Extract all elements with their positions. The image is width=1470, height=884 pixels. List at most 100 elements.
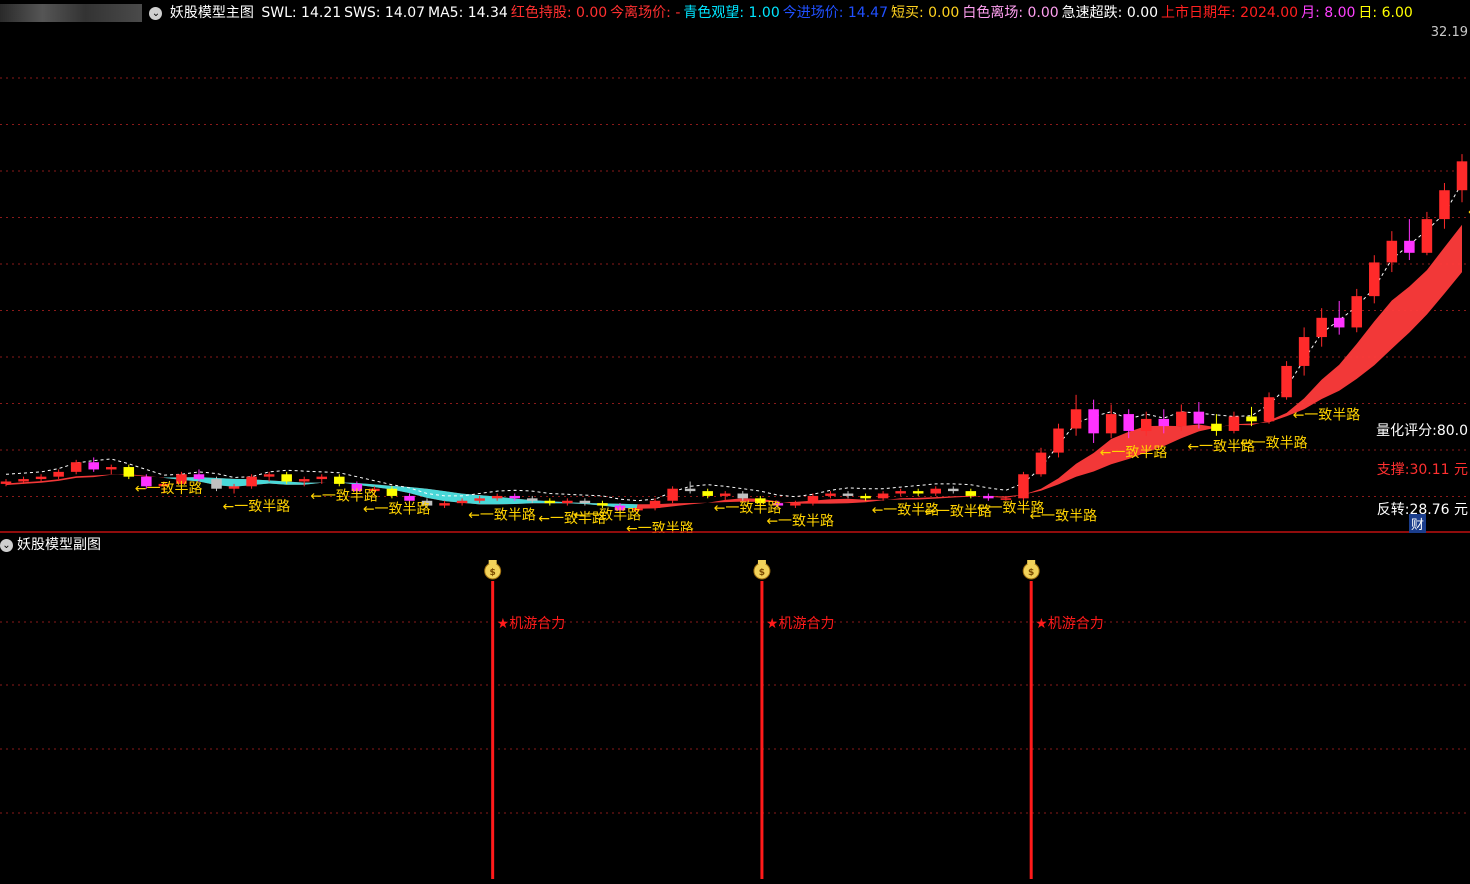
trend-ribbon-red [6, 224, 1462, 509]
consensus-label: ←一致半路 [1240, 435, 1308, 451]
consensus-label: ←一致半路 [1100, 445, 1168, 461]
candle-body [246, 476, 257, 487]
candle-body [948, 488, 959, 492]
candle-body [1105, 414, 1117, 434]
candle-body [825, 493, 836, 496]
candle-body [1053, 428, 1064, 453]
header-value-8: 白色离场: 0.00 [962, 5, 1059, 21]
candle-body [404, 495, 415, 501]
candle-body [334, 476, 345, 484]
candle-body [684, 488, 696, 492]
candle-body [597, 503, 608, 506]
candle-body [1228, 416, 1240, 431]
header-value-1: SWS: 14.07 [344, 5, 426, 21]
consensus-label: ←一致半路 [766, 514, 834, 530]
candle-body [562, 500, 573, 504]
candle-body [1421, 219, 1433, 253]
candle-body [1333, 317, 1345, 328]
candle-body [439, 503, 450, 506]
money-bag-glyph: $ [759, 568, 765, 578]
candle-body [544, 500, 556, 504]
candle-body [18, 479, 29, 482]
money-bag-top [1027, 560, 1036, 564]
candle-body [316, 476, 328, 480]
main-indicator-header: ⌄ 妖股模型主图 SWL: 14.21 SWS: 14.07 MA5: 14.34 红… [0, 3, 1419, 23]
candle-body [1246, 416, 1257, 422]
candle-body [491, 495, 503, 499]
candle-body [1316, 317, 1327, 338]
cai-badge[interactable]: 财 [1408, 514, 1426, 533]
candle-body [1123, 414, 1134, 431]
candle-body [1298, 337, 1310, 366]
candle-body [1018, 474, 1029, 499]
main-indicator-values: SWL: 14.21 SWS: 14.07 MA5: 14.34 红色持股: 0.00… [261, 5, 1415, 21]
candle-body [1439, 190, 1450, 220]
candle-body [1456, 161, 1468, 191]
header-value-10: 上市日期年: 2024.00 [1161, 5, 1299, 21]
candle-body [193, 474, 205, 480]
candle-body [53, 471, 64, 477]
main-indicator-name: 妖股模型主图 [169, 5, 254, 21]
consensus-label: ←一致半路 [223, 499, 291, 515]
money-bag-top [488, 560, 497, 564]
candle-body [737, 493, 749, 499]
header-value-2: MA5: 14.34 [428, 5, 508, 21]
header-value-3: 红色持股: 0.00 [510, 5, 608, 21]
collapse-toggle-icon[interactable]: ⌄ [149, 6, 163, 20]
candle-body [456, 500, 468, 504]
candle-body [527, 498, 538, 501]
header-value-0: SWL: 14.21 [261, 5, 342, 21]
candle-body [0, 481, 12, 484]
candle-body [667, 488, 678, 501]
candle-body [1404, 240, 1415, 253]
consensus-label: ←一致半路 [363, 502, 431, 518]
candle-body [1158, 418, 1170, 427]
candle-body [1088, 409, 1099, 434]
candle-body [719, 493, 731, 496]
consensus-label: ←一致半路 [626, 521, 694, 533]
candle-body [930, 488, 941, 494]
candle-body [1070, 409, 1082, 429]
signal-chart[interactable]: $ ★机游合力 $ ★机游合力 $ ★机游合力 [0, 533, 1470, 884]
signal-label: ★机游合力 [766, 616, 835, 632]
sub-indicator-name: 妖股模型副图 [17, 537, 101, 553]
header-value-4: 今离场价: - [610, 5, 681, 21]
header-value-5: 青色观望: 1.00 [683, 5, 780, 21]
candle-body [211, 479, 222, 489]
candle-body [35, 476, 47, 480]
candle-body [1351, 296, 1363, 328]
header-value-6: 今进场价: 14.47 [782, 5, 888, 21]
candle-body [1193, 411, 1205, 424]
price-axis-max-label: 32.19 [1430, 25, 1468, 40]
sub-chart-panel[interactable]: $ ★机游合力 $ ★机游合力 $ ★机游合力 [0, 533, 1470, 884]
sub-collapse-toggle-icon[interactable]: ⌄ [0, 538, 13, 552]
consensus-label: ←一致半路 [1293, 408, 1361, 424]
candle-body [877, 493, 889, 499]
candle-body [123, 467, 135, 477]
consensus-label: ←一致半路 [1029, 509, 1097, 525]
signal-label: ★机游合力 [497, 616, 566, 632]
candle-body [842, 493, 854, 496]
main-chart-panel[interactable]: ⌄ 妖股模型主图 SWL: 14.21 SWS: 14.07 MA5: 14.34 红… [0, 0, 1470, 533]
sub-indicator-header: ⌄ 妖股模型副图 [0, 536, 101, 554]
candle-body [1281, 365, 1292, 398]
candle-body [1176, 411, 1187, 427]
candle-body [70, 462, 82, 472]
candlestick-chart[interactable]: ←一致半路 ←一致半路 ←一致半路 ←一致半路 ←一致半路 ←一致半路 ←一致半路 ←一致半路… [0, 0, 1470, 533]
quant-score-label: 量化评分:80.0 [1376, 423, 1468, 439]
candle-body [1035, 452, 1047, 475]
candle-body [895, 491, 906, 494]
consensus-label: ←一致半路 [468, 508, 536, 524]
candle-body [88, 462, 99, 470]
candle-body [298, 479, 310, 482]
candle-body [702, 491, 713, 496]
money-bag-glyph: $ [490, 568, 496, 578]
candle-body [509, 495, 520, 499]
candle-body [790, 503, 801, 506]
consensus-label: ←一致半路 [135, 481, 203, 497]
candle-body [983, 495, 994, 499]
candle-body [228, 486, 240, 489]
candle-body [649, 500, 661, 508]
candle-body [105, 467, 117, 470]
candle-body [579, 500, 591, 504]
